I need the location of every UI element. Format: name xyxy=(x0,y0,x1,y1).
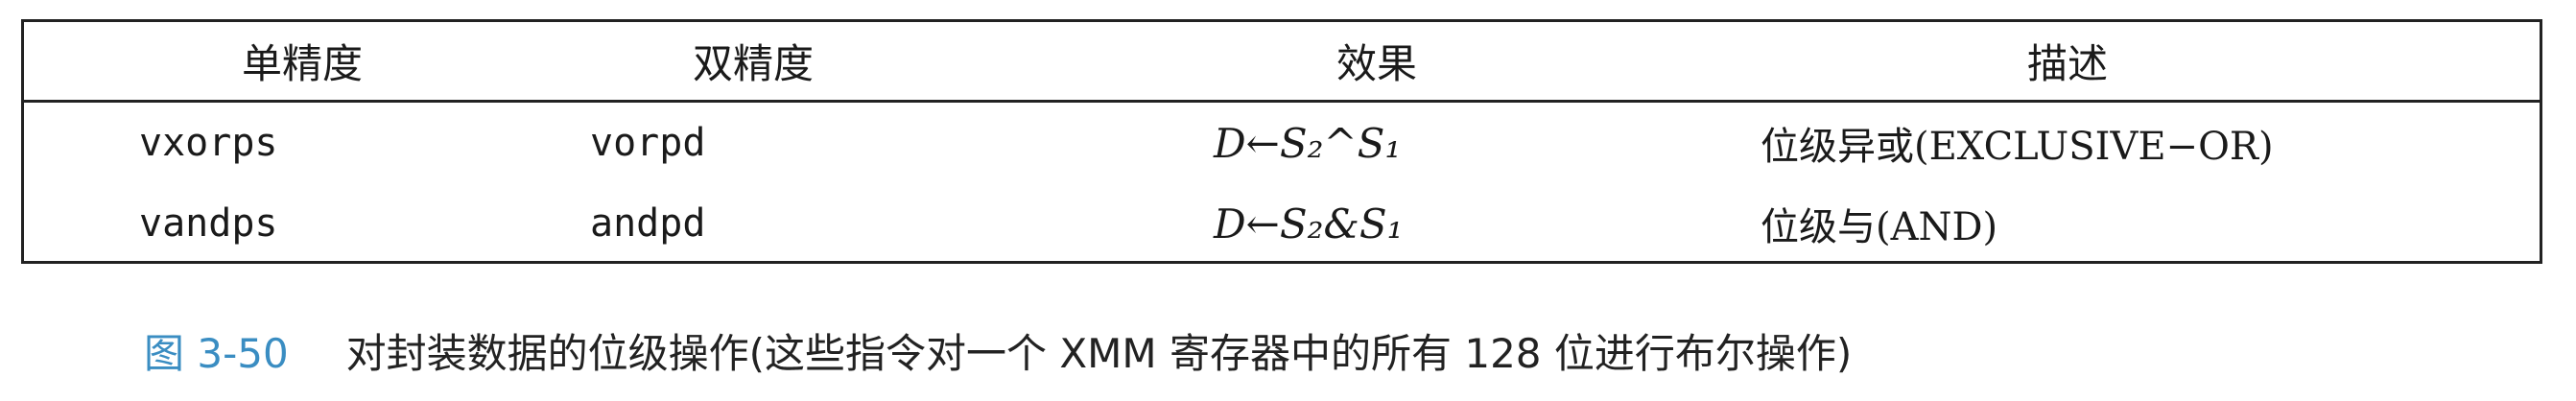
table-row: vxorps vorpd D←S₂^S₁ 位级异或(EXCLUSIVE−OR) xyxy=(24,103,2540,183)
cell-single-instruction: vandps xyxy=(139,201,278,246)
cell-double-instruction: andpd xyxy=(590,201,706,246)
table-header-row: 单精度 双精度 效果 描述 xyxy=(24,22,2540,103)
cell-effect: D←S₂&S₁ xyxy=(1214,200,1404,248)
figure-caption-text: 对封装数据的位级操作(这些指令对一个 XMM 寄存器中的所有 128 位进行布尔… xyxy=(345,329,1853,377)
header-single-precision: 单精度 xyxy=(241,40,363,87)
header-double-precision: 双精度 xyxy=(692,40,814,87)
cell-single-instruction: vxorps xyxy=(139,121,278,165)
bitwise-ops-table: 单精度 双精度 效果 描述 vxorps vorpd D←S₂^S₁ 位级异或(… xyxy=(21,19,2542,264)
header-effect: 效果 xyxy=(1335,40,1417,87)
figure-label: 图 3-50 xyxy=(144,329,289,377)
cell-description: 位级与(AND) xyxy=(1761,205,1998,249)
cell-description: 位级异或(EXCLUSIVE−OR) xyxy=(1761,125,2274,169)
header-description: 描述 xyxy=(2026,40,2108,87)
table-row: vandps andpd D←S₂&S₁ 位级与(AND) xyxy=(24,183,2540,264)
cell-double-instruction: vorpd xyxy=(590,121,706,165)
figure-caption: 图 3-50 对封装数据的位级操作(这些指令对一个 XMM 寄存器中的所有 12… xyxy=(144,317,1852,384)
cell-effect: D←S₂^S₁ xyxy=(1214,119,1402,167)
